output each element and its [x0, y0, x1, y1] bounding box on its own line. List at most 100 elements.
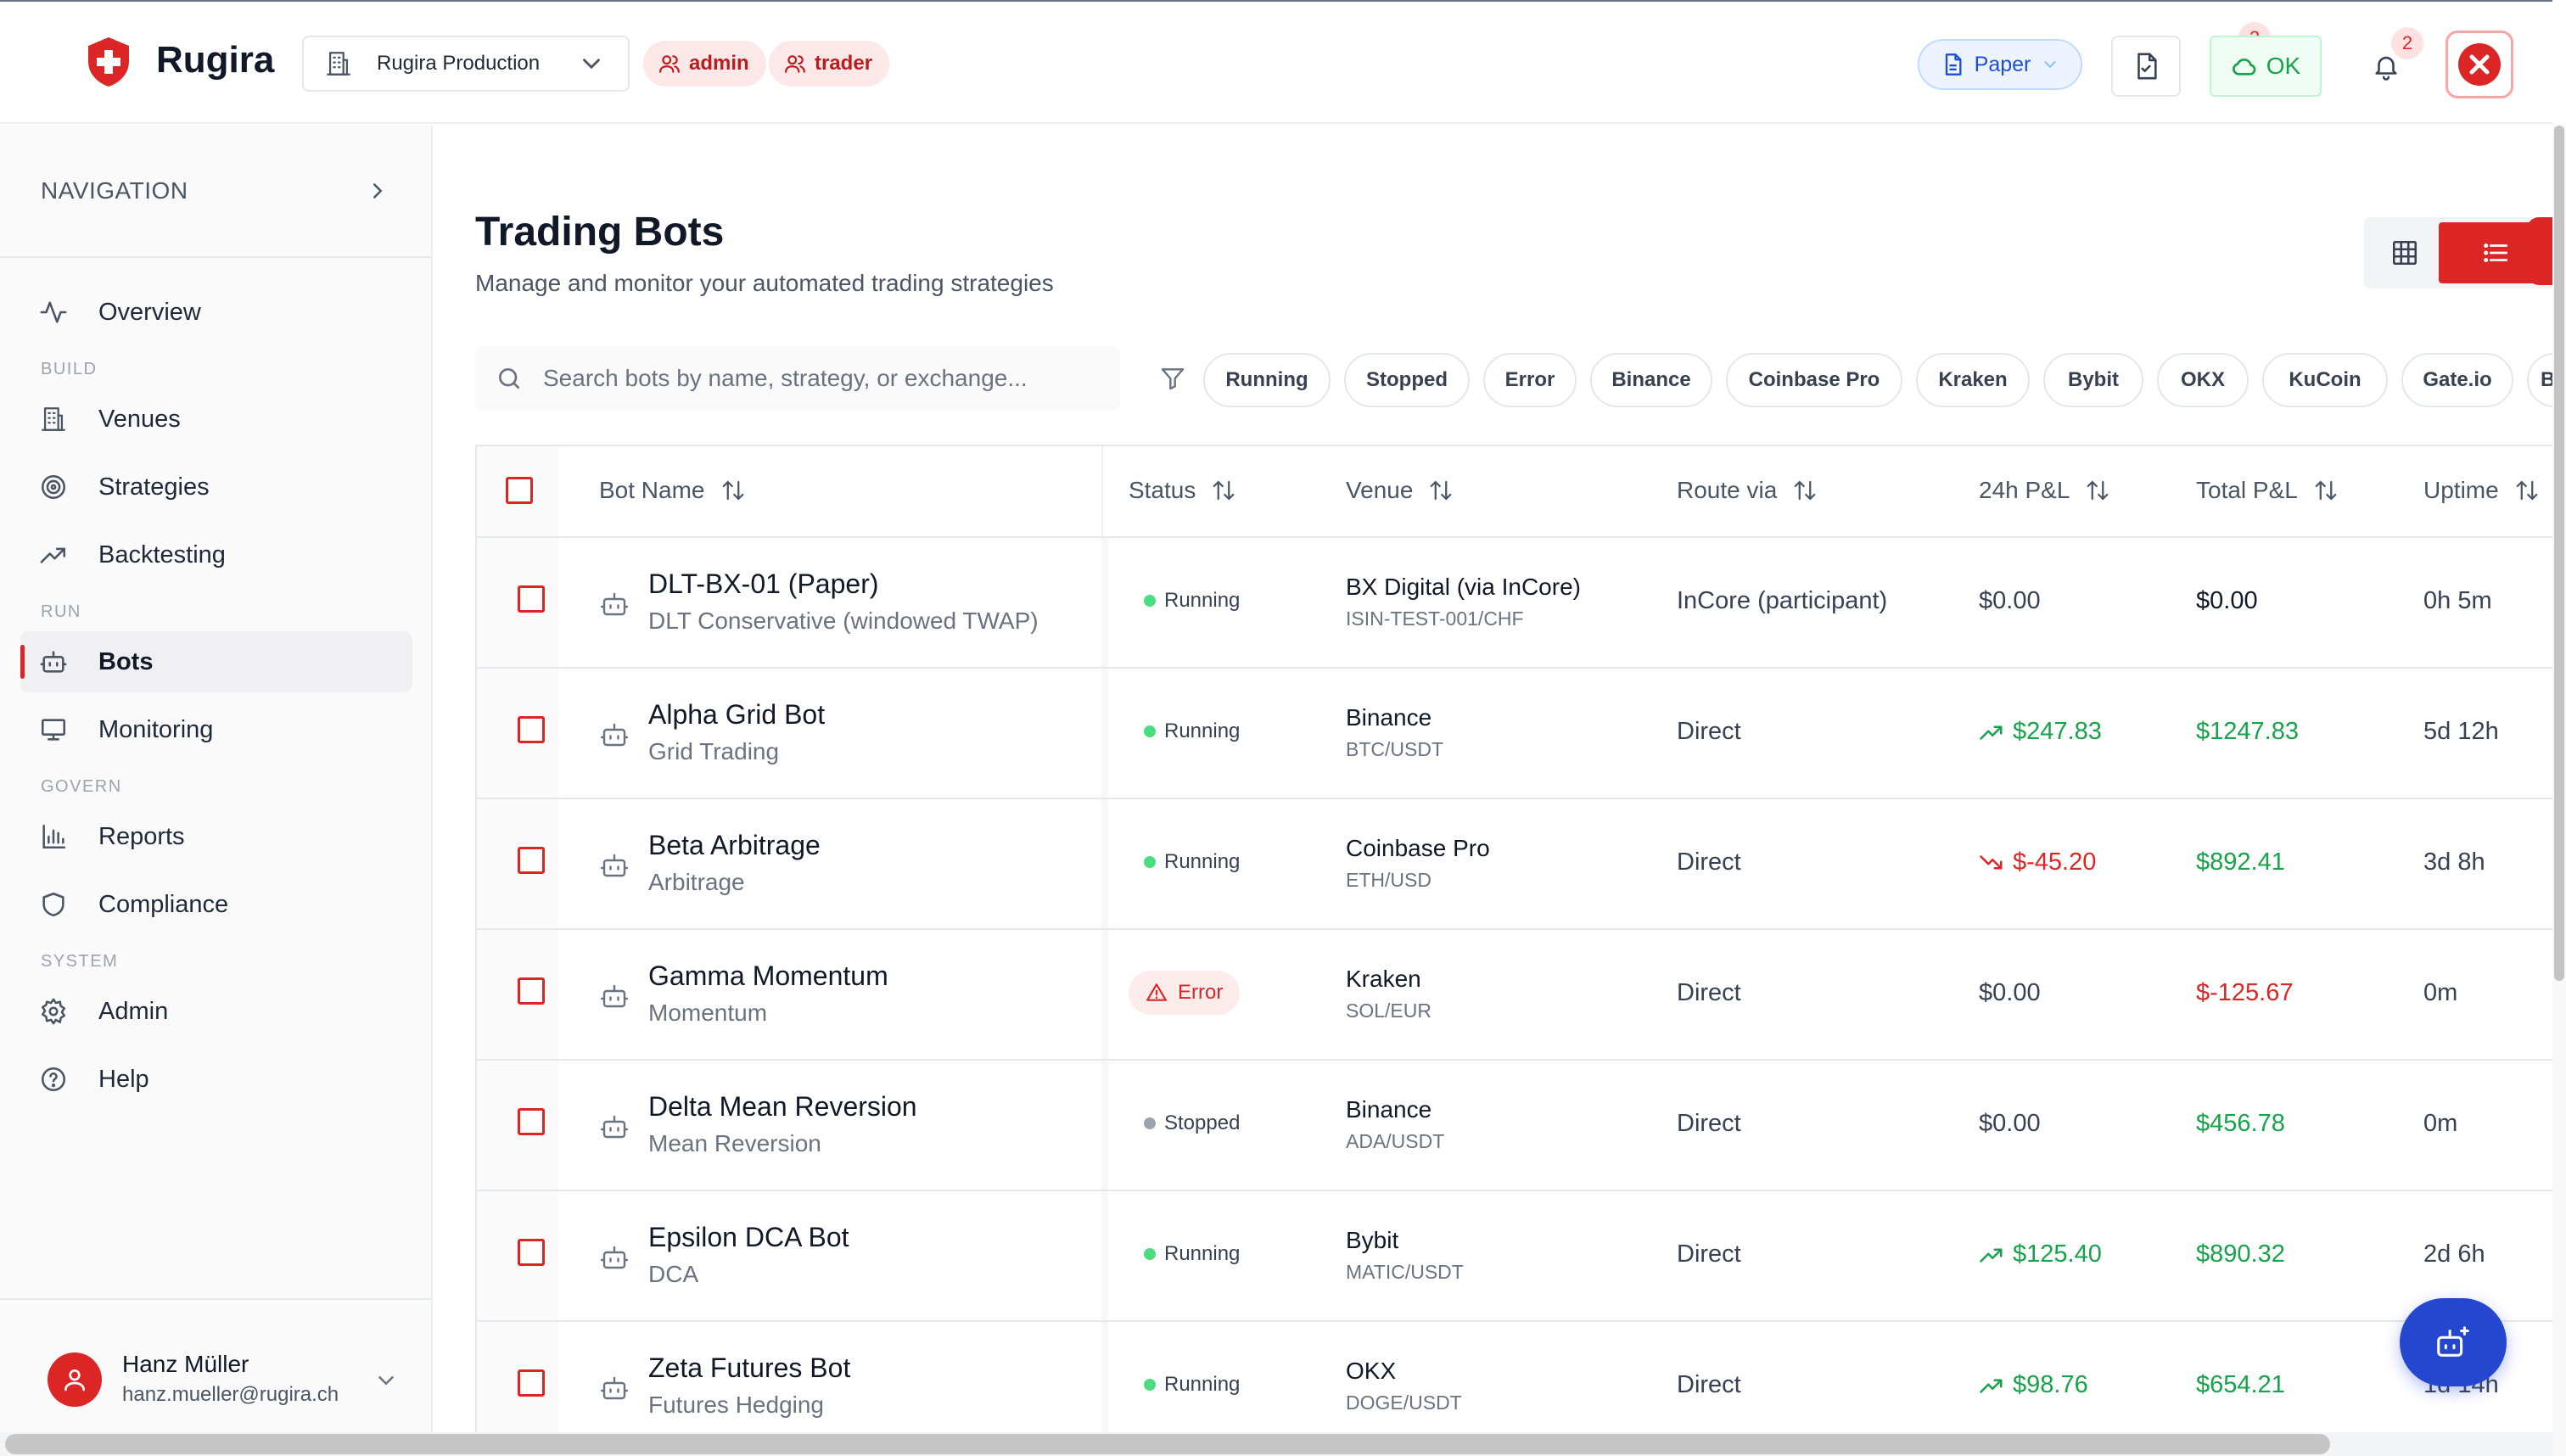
filter-chip-bybit[interactable]: Bybit: [2043, 353, 2143, 407]
sidebar-item-admin[interactable]: Admin: [20, 981, 412, 1042]
help-circle-icon: [39, 1065, 68, 1094]
bot-name[interactable]: Alpha Grid Bot: [648, 699, 825, 731]
connection-status-button[interactable]: OK: [2210, 36, 2322, 97]
status-badge: Error: [1129, 971, 1241, 1015]
trading-pair: SOL/EUR: [1346, 1000, 1431, 1022]
filter-icon[interactable]: [1159, 365, 1186, 392]
uptime-value: 0m: [2423, 979, 2458, 1006]
sidebar-section-build: BUILD: [41, 360, 98, 378]
row-checkbox[interactable]: [518, 1239, 545, 1266]
sidebar-item-overview[interactable]: Overview: [20, 282, 412, 343]
bot-name[interactable]: Zeta Futures Bot: [648, 1352, 850, 1384]
row-divider: [477, 536, 2552, 538]
route-value: Direct: [1677, 1110, 1741, 1137]
trading-pair: BTC/USDT: [1346, 738, 1443, 760]
column-header-name[interactable]: Bot Name: [599, 477, 746, 504]
cloud-icon: [2231, 53, 2258, 80]
navigation-header[interactable]: NAVIGATION: [0, 126, 431, 258]
column-header-venue[interactable]: Venue: [1346, 477, 1454, 504]
role-badge-admin: admin: [643, 41, 766, 87]
trading-pair: ISIN-TEST-001/CHF: [1346, 608, 1524, 630]
row-divider: [477, 798, 2552, 799]
bot-icon: [39, 647, 68, 676]
emergency-stop-button[interactable]: [2446, 31, 2513, 98]
trending-up-icon: [1979, 1242, 2004, 1268]
filter-chip-kraken[interactable]: Kraken: [1916, 353, 2030, 407]
top-header: Rugira Rugira Production admin trader Pa…: [0, 0, 2552, 124]
row-checkbox[interactable]: [518, 585, 545, 613]
bot-icon: [599, 1242, 630, 1273]
sidebar-item-monitoring[interactable]: Monitoring: [20, 699, 412, 760]
column-header-route[interactable]: Route via: [1677, 477, 1818, 504]
sidebar-item-venues[interactable]: Venues: [20, 389, 412, 450]
search-input[interactable]: [543, 365, 1120, 392]
bot-name[interactable]: Delta Mean Reversion: [648, 1091, 917, 1123]
sidebar-section-govern: GOVERN: [41, 777, 122, 796]
sidebar-item-label: Backtesting: [98, 540, 226, 568]
row-divider: [477, 667, 2552, 669]
venue-name: BX Digital (via InCore): [1346, 574, 1581, 600]
trending-up-icon: [1979, 720, 2004, 745]
sidebar-item-reports[interactable]: Reports: [20, 806, 412, 867]
bot-strategy: Arbitrage: [648, 869, 745, 895]
sidebar-item-compliance[interactable]: Compliance: [20, 874, 412, 935]
row-checkbox[interactable]: [518, 977, 545, 1005]
bot-name[interactable]: Epsilon DCA Bot: [648, 1222, 849, 1253]
chevron-right-icon: [365, 178, 390, 204]
filter-chip-error[interactable]: Error: [1483, 353, 1577, 407]
bot-icon: [599, 981, 630, 1011]
sidebar-item-strategies[interactable]: Strategies: [20, 456, 412, 518]
bots-table: Bot Name Status Venue Route via 24h P&L …: [475, 445, 2552, 1437]
filter-chip-gateio[interactable]: Gate.io: [2401, 353, 2513, 407]
user-email: hanz.mueller@rugira.ch: [122, 1383, 339, 1406]
sidebar-item-help[interactable]: Help: [20, 1049, 412, 1110]
sidebar-item-label: Strategies: [98, 473, 210, 501]
column-header-uptime[interactable]: Uptime: [2423, 477, 2540, 504]
row-checkbox[interactable]: [518, 1108, 545, 1135]
filter-chip-kucoin[interactable]: KuCoin: [2262, 353, 2388, 407]
pnl-24h-cell: $98.76: [1979, 1371, 2088, 1399]
sidebar-item-backtesting[interactable]: Backtesting: [20, 524, 412, 585]
filter-chip-running[interactable]: Running: [1203, 353, 1331, 407]
sidebar: NAVIGATION Overview BUILD Venues Strateg…: [0, 126, 433, 1456]
documents-button[interactable]: [2111, 36, 2181, 97]
row-checkbox[interactable]: [518, 716, 545, 743]
sidebar-item-label: Bots: [98, 647, 154, 675]
filter-chip-binance[interactable]: Binance: [1590, 353, 1712, 407]
row-checkbox[interactable]: [518, 847, 545, 874]
pnl-24h-cell: $-45.20: [1979, 848, 2096, 876]
filter-chip-stopped[interactable]: Stopped: [1344, 353, 1470, 407]
vertical-scrollbar-thumb[interactable]: [2554, 126, 2564, 981]
column-header-status[interactable]: Status: [1129, 477, 1236, 504]
pnl-total-value: $892.41: [2196, 848, 2285, 876]
sidebar-item-bots[interactable]: Bots: [20, 631, 412, 692]
uptime-value: 3d 8h: [2423, 848, 2485, 876]
column-header-label: Status: [1129, 477, 1196, 503]
bot-name[interactable]: Beta Arbitrage: [648, 830, 821, 861]
users-icon: [784, 53, 806, 75]
status-badge: Stopped: [1144, 1112, 1240, 1135]
sidebar-section-run: RUN: [41, 602, 81, 621]
status-dot: [1144, 1117, 1156, 1129]
sort-icon: [720, 478, 746, 503]
workspace-selector[interactable]: Rugira Production: [302, 36, 630, 92]
ai-assistant-button[interactable]: [2400, 1298, 2507, 1386]
filter-chip-okx[interactable]: OKX: [2157, 353, 2249, 407]
bot-name[interactable]: DLT-BX-01 (Paper): [648, 568, 879, 600]
column-header-pnl-24h[interactable]: 24h P&L: [1979, 477, 2110, 504]
grid-view-button[interactable]: [2364, 217, 2446, 288]
column-header-pnl-total[interactable]: Total P&L: [2196, 477, 2339, 504]
select-all-checkbox[interactable]: [506, 477, 533, 504]
building-icon: [39, 405, 68, 434]
horizontal-scrollbar-thumb[interactable]: [5, 1434, 2330, 1454]
trading-mode-selector[interactable]: Paper: [1918, 39, 2082, 90]
gear-icon: [39, 997, 68, 1026]
bot-name[interactable]: Gamma Momentum: [648, 960, 888, 992]
filter-chip-coinbase-pro[interactable]: Coinbase Pro: [1726, 353, 1902, 407]
status-badge: Running: [1144, 850, 1240, 874]
status-badge: Running: [1144, 589, 1240, 613]
bot-strategy: Futures Hedging: [648, 1392, 825, 1418]
building-icon: [324, 49, 353, 78]
row-checkbox[interactable]: [518, 1369, 545, 1397]
venue-name: Bybit: [1346, 1227, 1399, 1253]
